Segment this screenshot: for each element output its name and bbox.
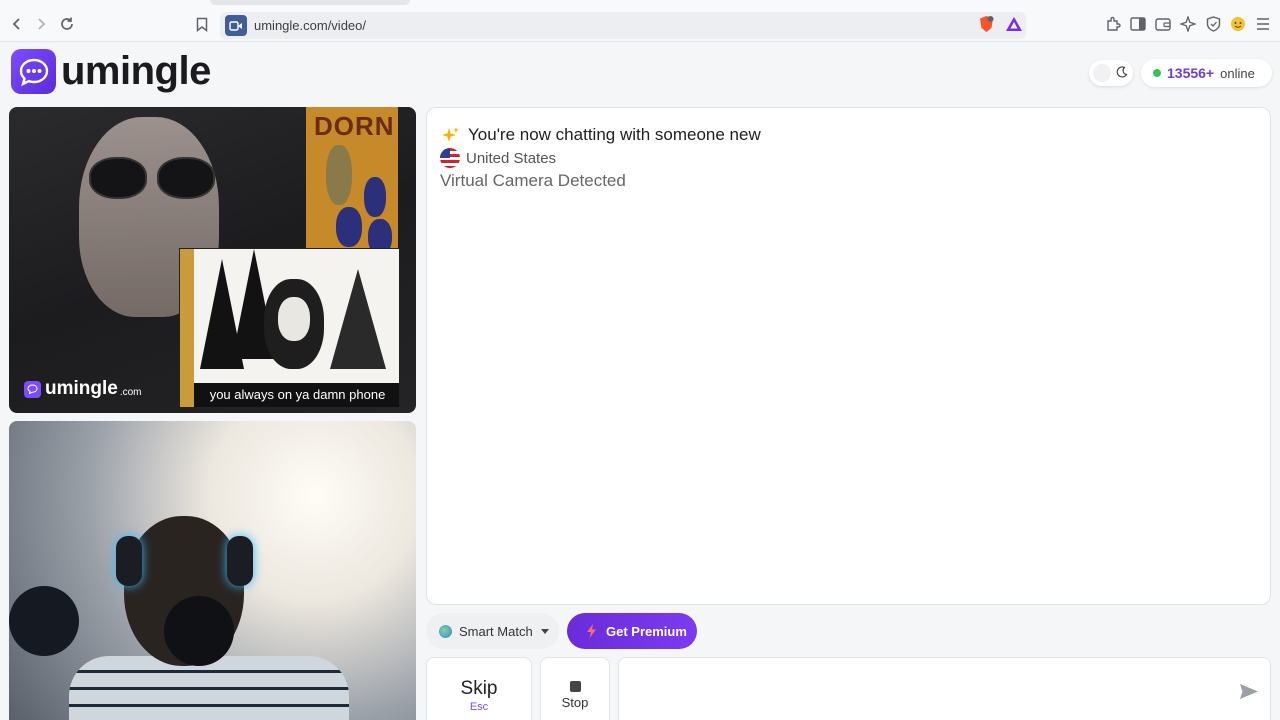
headphone-right <box>227 536 253 586</box>
watermark-chat-icon <box>24 380 41 398</box>
vpn-shield-icon[interactable] <box>1204 15 1222 33</box>
chat-headline-row: You're now chatting with someone new <box>441 125 761 145</box>
lightning-icon <box>585 624 597 638</box>
browser-toolbar: umingle.com/video/ <box>0 0 1280 42</box>
premium-label: Get Premium <box>606 623 687 639</box>
active-tab-edge[interactable] <box>210 0 410 5</box>
microphone <box>164 596 234 666</box>
moon-icon <box>1115 65 1129 79</box>
site-video-icon <box>225 15 247 36</box>
watermark-text: umingle <box>45 378 118 399</box>
stop-label: Stop <box>561 695 589 710</box>
online-label: online <box>1220 65 1255 81</box>
skip-shortcut: Esc <box>469 701 489 713</box>
menu-icon[interactable] <box>1254 15 1272 33</box>
back-icon[interactable] <box>6 13 28 35</box>
remote-video: DORN you always on ya damn phone umingle… <box>9 107 416 413</box>
online-count: 13556+ <box>1167 65 1215 81</box>
chevron-down-icon <box>540 628 549 634</box>
skip-label: Skip <box>460 678 498 699</box>
reload-icon[interactable] <box>56 13 78 35</box>
local-person-shirt <box>69 656 349 720</box>
mic-stand <box>9 586 79 656</box>
poster-title: DORN <box>314 111 395 141</box>
chat-panel: You're now chatting with someone new Uni… <box>426 107 1271 605</box>
brave-rewards-icon[interactable] <box>1005 15 1023 33</box>
extensions-icon[interactable] <box>1104 15 1122 33</box>
meme-image: you always on ya damn phone <box>179 248 400 408</box>
url-text[interactable]: umingle.com/video/ <box>254 18 366 33</box>
local-video <box>9 421 416 720</box>
brave-shield-icon[interactable] <box>977 15 995 33</box>
sunglasses <box>89 157 219 202</box>
stop-button[interactable]: Stop <box>540 657 610 720</box>
us-flag-icon <box>440 148 460 168</box>
online-counter: 13556+ online <box>1141 59 1272 87</box>
meme-caption: you always on ya damn phone <box>194 383 399 407</box>
profile-avatar-icon[interactable] <box>1229 15 1247 33</box>
chat-headline: You're now chatting with someone new <box>468 125 761 144</box>
smart-match-dropdown[interactable]: Smart Match <box>426 613 559 649</box>
send-icon[interactable] <box>1239 682 1259 700</box>
bookmark-icon[interactable] <box>191 13 213 35</box>
logo-wordmark[interactable]: umingle <box>61 49 211 94</box>
globe-icon <box>439 624 452 638</box>
sparkles-icon <box>441 126 460 145</box>
address-bar[interactable]: umingle.com/video/ <box>220 12 1026 39</box>
headphone-left <box>116 536 142 586</box>
wallet-icon[interactable] <box>1154 15 1172 33</box>
logo-chat-icon[interactable] <box>11 49 56 94</box>
theme-toggle[interactable] <box>1089 60 1133 86</box>
partner-country: United States <box>440 148 556 168</box>
toggle-knob <box>1093 64 1111 82</box>
country-name: United States <box>466 149 557 167</box>
meme-face <box>264 279 324 369</box>
umingle-watermark: umingle .com <box>24 378 142 400</box>
stop-icon <box>569 681 581 692</box>
skip-button[interactable]: Skip Esc <box>426 657 532 720</box>
poster-image: DORN <box>306 107 398 258</box>
message-input[interactable] <box>629 676 1219 706</box>
camera-status: Virtual Camera Detected <box>440 171 626 190</box>
forward-icon[interactable] <box>30 13 52 35</box>
smart-match-label: Smart Match <box>459 623 533 639</box>
watermark-suffix: .com <box>119 386 142 398</box>
online-status-dot <box>1153 69 1161 77</box>
leo-ai-icon[interactable] <box>1179 15 1197 33</box>
get-premium-button[interactable]: Get Premium <box>567 613 697 649</box>
message-box[interactable] <box>618 657 1271 720</box>
sidebar-icon[interactable] <box>1129 15 1147 33</box>
